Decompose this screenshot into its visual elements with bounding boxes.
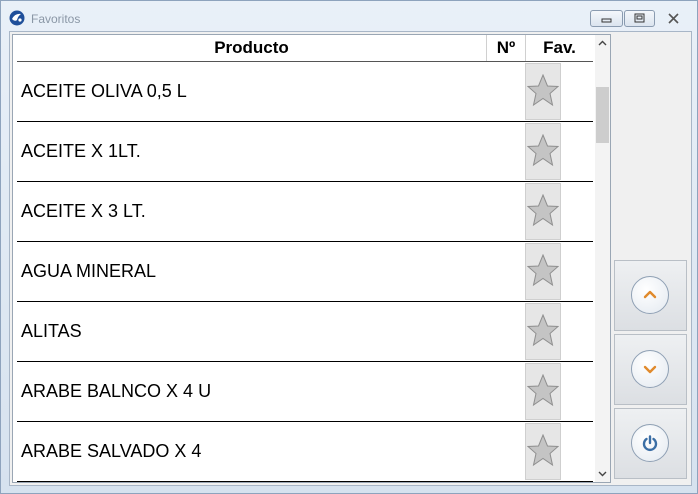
- vertical-scrollbar[interactable]: [595, 35, 610, 482]
- page-down-circle: [631, 350, 669, 388]
- favorite-toggle-button[interactable]: [525, 303, 561, 360]
- favorite-toggle-button[interactable]: [525, 123, 561, 180]
- window-title: Favoritos: [31, 12, 81, 26]
- scroll-down-button[interactable]: [595, 465, 610, 482]
- restore-icon: [634, 13, 645, 23]
- favorites-table: Producto Nº Fav. ACEITE OLIVA 0,5 L ACEI…: [12, 34, 611, 483]
- page-up-circle: [631, 276, 669, 314]
- star-icon: [527, 254, 559, 287]
- favorite-toggle-button[interactable]: [525, 363, 561, 420]
- exit-button[interactable]: [614, 408, 687, 479]
- power-icon: [642, 435, 658, 451]
- table-row[interactable]: ALITAS: [17, 302, 593, 362]
- table-row[interactable]: ACEITE OLIVA 0,5 L: [17, 62, 593, 122]
- favorite-toggle-button[interactable]: [525, 63, 561, 120]
- product-name: AGUA MINERAL: [21, 261, 157, 281]
- app-icon: [9, 10, 25, 26]
- exit-circle: [631, 424, 669, 462]
- product-name: ARABE SALVADO X 4: [21, 441, 202, 461]
- minimize-icon: [601, 18, 612, 23]
- close-button[interactable]: [657, 10, 690, 27]
- page-down-button[interactable]: [614, 334, 687, 405]
- table-row[interactable]: ARABE BALNCO X 4 U: [17, 362, 593, 422]
- star-icon: [527, 374, 559, 407]
- table-header: Producto Nº Fav.: [17, 35, 593, 62]
- star-icon: [527, 434, 559, 467]
- chevron-down-icon: [643, 365, 657, 374]
- table-row[interactable]: ACEITE X 1LT.: [17, 122, 593, 182]
- table-row[interactable]: ACEITE X 3 LT.: [17, 182, 593, 242]
- chevron-down-icon: [598, 471, 607, 477]
- favoritos-window: Favoritos Producto Nº Fav. ACEITE OLIVA …: [0, 0, 698, 494]
- table-row[interactable]: ARABE SALVADO X 4: [17, 422, 593, 482]
- product-name: ACEITE OLIVA 0,5 L: [21, 81, 187, 101]
- star-icon: [527, 134, 559, 167]
- favorite-toggle-button[interactable]: [525, 183, 561, 240]
- product-name: ACEITE X 1LT.: [21, 141, 141, 161]
- chevron-up-icon: [643, 290, 657, 299]
- star-icon: [527, 194, 559, 227]
- page-up-button[interactable]: [614, 260, 687, 331]
- table-body: ACEITE OLIVA 0,5 L ACEITE X 1LT. ACEITE …: [17, 62, 593, 482]
- column-header-product[interactable]: Producto: [17, 35, 487, 61]
- scroll-up-button[interactable]: [595, 35, 610, 52]
- close-icon: [668, 13, 679, 24]
- star-icon: [527, 74, 559, 107]
- main-content: Producto Nº Fav. ACEITE OLIVA 0,5 L ACEI…: [9, 31, 692, 486]
- title-bar: Favoritos: [1, 1, 697, 31]
- column-header-number[interactable]: Nº: [487, 35, 526, 61]
- favorite-toggle-button[interactable]: [525, 243, 561, 300]
- product-name: ACEITE X 3 LT.: [21, 201, 146, 221]
- restore-button[interactable]: [624, 10, 655, 27]
- product-name: ALITAS: [21, 321, 82, 341]
- column-header-favorite[interactable]: Fav.: [526, 35, 593, 61]
- product-name: ARABE BALNCO X 4 U: [21, 381, 212, 401]
- minimize-button[interactable]: [590, 10, 623, 27]
- favorite-toggle-button[interactable]: [525, 423, 561, 480]
- table-row[interactable]: AGUA MINERAL: [17, 242, 593, 302]
- chevron-up-icon: [598, 40, 607, 46]
- scrollbar-thumb[interactable]: [596, 87, 609, 143]
- star-icon: [527, 314, 559, 347]
